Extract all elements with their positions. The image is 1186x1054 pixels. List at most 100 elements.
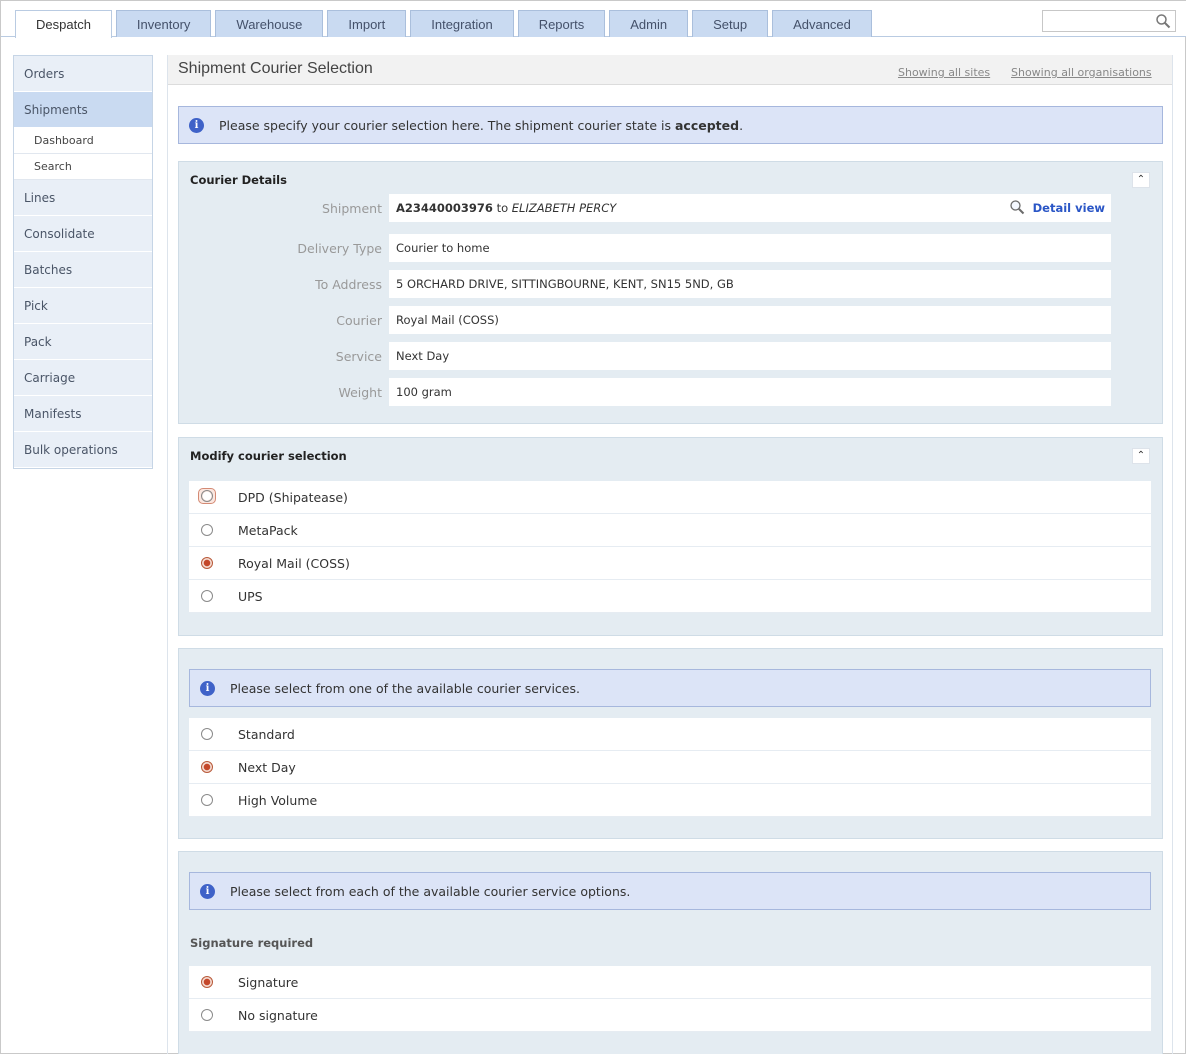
- to-address-label: To Address: [315, 277, 382, 292]
- courier-services-panel: i Please select from one of the availabl…: [178, 648, 1163, 839]
- courier-radio-list: DPD (Shipatease) MetaPack Royal Mail (CO…: [189, 481, 1151, 613]
- sidebar-item-pack[interactable]: Pack: [14, 324, 152, 360]
- weight-value: 100 gram: [389, 378, 1111, 406]
- modify-courier-panel: Modify courier selection ⌃ DPD (Shipatea…: [178, 437, 1163, 636]
- courier-option-metapack[interactable]: MetaPack: [189, 514, 1151, 547]
- courier-label: Courier: [336, 313, 382, 328]
- showing-all-sites-link[interactable]: Showing all sites: [898, 66, 990, 79]
- courier-details-title: Courier Details: [190, 173, 287, 187]
- courier-state-banner: i Please specify your courier selection …: [178, 106, 1163, 144]
- courier-state-value: accepted: [674, 118, 740, 133]
- sidebar-submenu: Dashboard Search: [14, 128, 152, 180]
- tab-inventory[interactable]: Inventory: [115, 10, 212, 37]
- radio-button-selected[interactable]: [201, 557, 213, 569]
- signature-group-label: Signature required: [190, 936, 314, 950]
- radio-button[interactable]: [201, 590, 213, 602]
- weight-label: Weight: [338, 385, 382, 400]
- signature-option-label: No signature: [238, 1008, 318, 1023]
- service-option-label: Next Day: [238, 760, 296, 775]
- shipment-value: A23440003976 to ELIZABETH PERCY Detail v…: [389, 194, 1111, 222]
- collapse-icon[interactable]: ⌃: [1132, 448, 1150, 464]
- sidebar-item-consolidate[interactable]: Consolidate: [14, 216, 152, 252]
- collapse-icon[interactable]: ⌃: [1132, 172, 1150, 188]
- tab-integration[interactable]: Integration: [410, 10, 514, 37]
- page-title: Shipment Courier Selection: [178, 60, 373, 77]
- courier-value: Royal Mail (COSS): [389, 306, 1111, 334]
- tab-admin[interactable]: Admin: [609, 10, 689, 37]
- tab-reports[interactable]: Reports: [517, 10, 606, 37]
- modify-courier-title: Modify courier selection: [190, 449, 347, 463]
- radio-button[interactable]: [201, 794, 213, 806]
- sidebar-item-manifests[interactable]: Manifests: [14, 396, 152, 432]
- courier-option-label: DPD (Shipatease): [238, 490, 348, 505]
- service-value: Next Day: [389, 342, 1111, 370]
- sidebar: Orders Shipments Dashboard Search Lines …: [13, 55, 153, 469]
- radio-button[interactable]: [201, 728, 213, 740]
- radio-button[interactable]: [198, 488, 216, 504]
- sidebar-item-bulk-operations[interactable]: Bulk operations: [14, 432, 152, 468]
- signature-option-no-signature[interactable]: No signature: [189, 999, 1151, 1032]
- services-info-banner: i Please select from one of the availabl…: [189, 669, 1151, 707]
- tab-despatch[interactable]: Despatch: [15, 10, 112, 38]
- courier-option-ups[interactable]: UPS: [189, 580, 1151, 613]
- radio-button[interactable]: [201, 1009, 213, 1021]
- shipment-to: to: [496, 201, 509, 215]
- tab-import[interactable]: Import: [327, 10, 407, 37]
- service-options-info-text: Please select from each of the available…: [230, 884, 631, 899]
- radio-button-selected[interactable]: [201, 761, 213, 773]
- top-navigation: Despatch Inventory Warehouse Import Inte…: [1, 1, 1186, 38]
- sidebar-item-batches[interactable]: Batches: [14, 252, 152, 288]
- magnifier-icon[interactable]: [1009, 199, 1025, 215]
- service-options-info-banner: i Please select from each of the availab…: [189, 872, 1151, 910]
- shipment-recipient: ELIZABETH PERCY: [511, 201, 617, 215]
- sidebar-item-pick[interactable]: Pick: [14, 288, 152, 324]
- service-radio-list: Standard Next Day High Volume: [189, 718, 1151, 817]
- courier-option-royal-mail[interactable]: Royal Mail (COSS): [189, 547, 1151, 580]
- shipment-row: Shipment A23440003976 to ELIZABETH PERCY…: [179, 194, 1162, 222]
- main-tabs: Despatch Inventory Warehouse Import Inte…: [15, 10, 876, 38]
- courier-state-message: Please specify your courier selection he…: [219, 118, 744, 133]
- radio-button-selected[interactable]: [201, 976, 213, 988]
- service-options-panel: i Please select from each of the availab…: [178, 851, 1163, 1054]
- tab-advanced[interactable]: Advanced: [772, 10, 872, 37]
- courier-details-panel: Courier Details ⌃ Shipment A23440003976 …: [178, 161, 1163, 424]
- service-option-label: High Volume: [238, 793, 318, 808]
- service-row: Service Next Day: [179, 342, 1162, 370]
- service-label: Service: [335, 349, 382, 364]
- to-address-row: To Address 5 ORCHARD DRIVE, SITTINGBOURN…: [179, 270, 1162, 298]
- sidebar-subitem-dashboard[interactable]: Dashboard: [14, 128, 152, 154]
- showing-all-organisations-link[interactable]: Showing all organisations: [1011, 66, 1152, 79]
- info-icon: i: [200, 681, 215, 696]
- courier-option-label: UPS: [238, 589, 263, 604]
- sidebar-subitem-search[interactable]: Search: [14, 154, 152, 180]
- courier-option-label: Royal Mail (COSS): [238, 556, 350, 571]
- services-info-text: Please select from one of the available …: [230, 681, 580, 696]
- search-input[interactable]: [1043, 11, 1153, 31]
- courier-option-label: MetaPack: [238, 523, 298, 538]
- shipment-id: A23440003976: [396, 201, 493, 215]
- signature-option-signature[interactable]: Signature: [189, 966, 1151, 999]
- info-icon: i: [189, 118, 204, 133]
- detail-view-link[interactable]: Detail view: [1033, 194, 1105, 222]
- tab-setup[interactable]: Setup: [692, 10, 769, 37]
- courier-option-dpd[interactable]: DPD (Shipatease): [189, 481, 1151, 514]
- main-content: Shipment Courier Selection Showing all s…: [167, 55, 1173, 1054]
- weight-row: Weight 100 gram: [179, 378, 1162, 406]
- service-option-next-day[interactable]: Next Day: [189, 751, 1151, 784]
- tab-warehouse[interactable]: Warehouse: [215, 10, 324, 37]
- radio-button[interactable]: [201, 524, 213, 536]
- search-box: [1042, 10, 1176, 32]
- sidebar-item-orders[interactable]: Orders: [14, 56, 152, 92]
- sidebar-item-lines[interactable]: Lines: [14, 180, 152, 216]
- service-option-standard[interactable]: Standard: [189, 718, 1151, 751]
- delivery-type-value: Courier to home: [389, 234, 1111, 262]
- signature-radio-list: Signature No signature: [189, 966, 1151, 1032]
- sidebar-item-carriage[interactable]: Carriage: [14, 360, 152, 396]
- search-icon[interactable]: [1155, 13, 1171, 29]
- page-header: Shipment Courier Selection Showing all s…: [168, 55, 1172, 85]
- service-option-high-volume[interactable]: High Volume: [189, 784, 1151, 817]
- service-option-label: Standard: [238, 727, 295, 742]
- sidebar-item-shipments[interactable]: Shipments: [14, 92, 152, 128]
- signature-option-label: Signature: [238, 975, 299, 990]
- delivery-type-label: Delivery Type: [297, 241, 382, 256]
